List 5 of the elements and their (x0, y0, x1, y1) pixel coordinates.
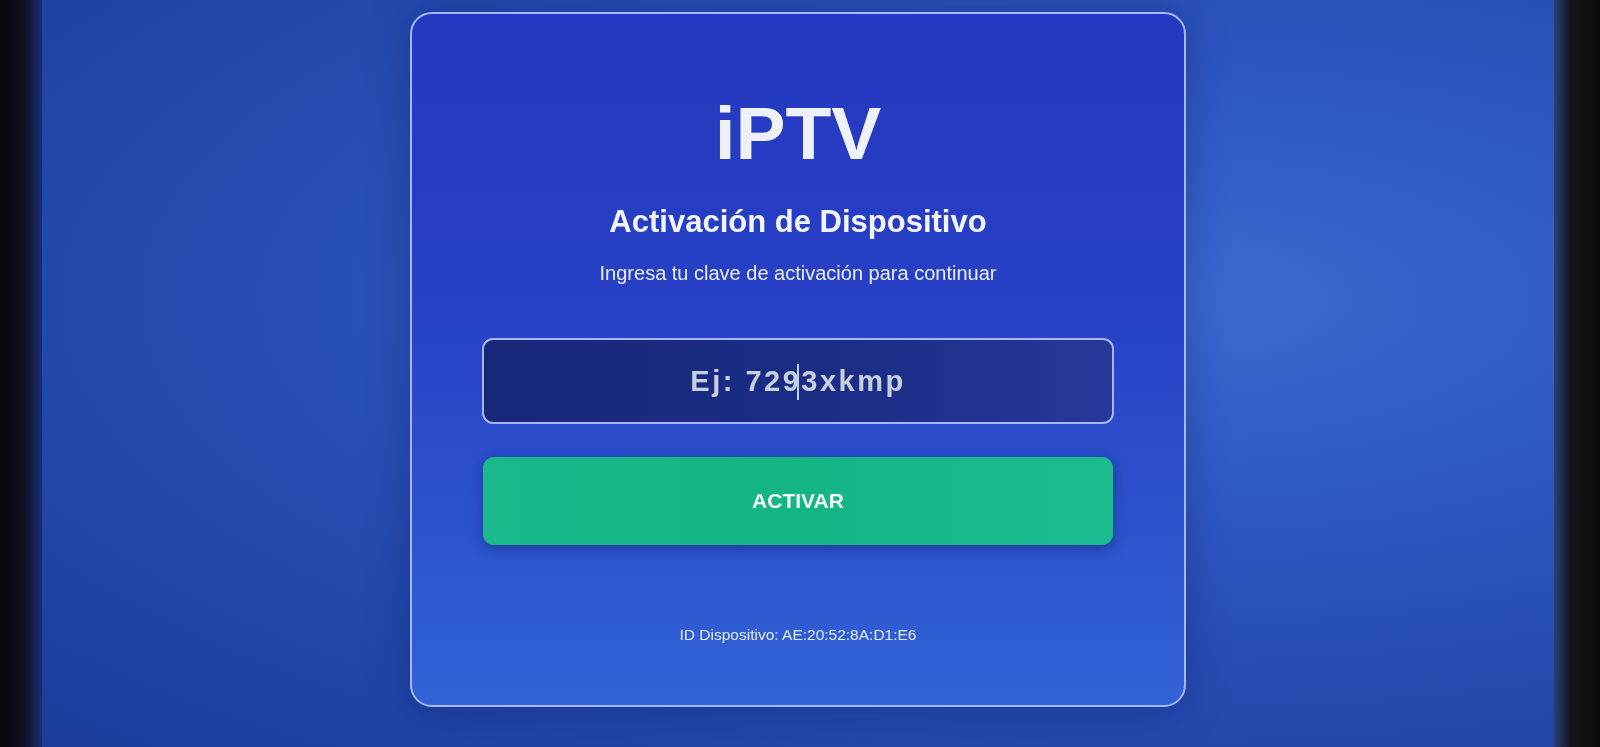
activate-button[interactable]: ACTIVAR (483, 457, 1113, 545)
app-title: iPTV (714, 92, 882, 174)
activation-subtitle: Ingresa tu clave de activación para continuar (599, 261, 997, 285)
activation-heading: Activación de Dispositivo (609, 204, 987, 240)
device-id-text: ID Dispositivo: AE:20:52:8A:D1:E6 (679, 625, 917, 645)
